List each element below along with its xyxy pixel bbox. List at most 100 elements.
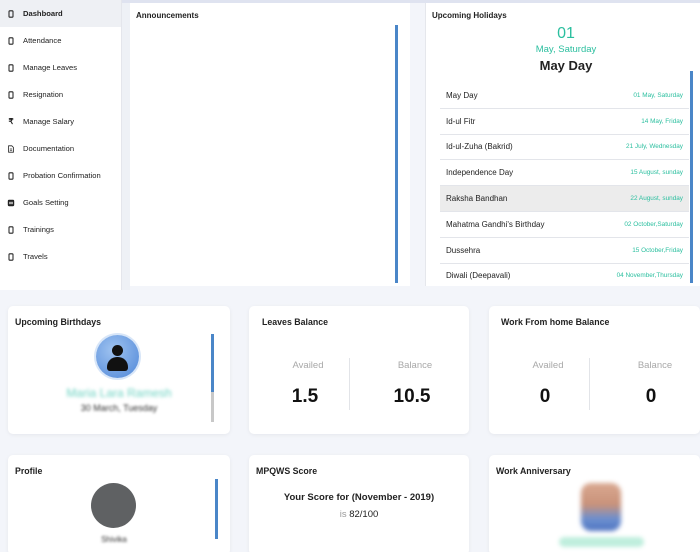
holiday-date: 01 May, Saturday — [633, 91, 683, 99]
anniversary-title: Work Anniversary — [496, 466, 571, 476]
sidebar-item-label: Trainings — [23, 225, 54, 234]
holiday-name: Independence Day — [446, 168, 514, 178]
profile-name: Shivika — [101, 535, 127, 544]
holiday-date: 02 October,Saturday — [624, 220, 683, 228]
divider — [349, 358, 350, 410]
sidebar-item-probation-confirmation[interactable]: Probation Confirmation — [0, 162, 121, 189]
holiday-name: Dussehra — [446, 245, 481, 255]
sidebar-item-manage-leaves[interactable]: Manage Leaves — [0, 54, 121, 81]
holiday-list: May Day 01 May, Saturday Id-ul Fitr 14 May… — [440, 83, 689, 283]
holiday-date: 04 November,Thursday — [616, 272, 683, 280]
leaves-balance-value: 10.5 — [393, 386, 431, 407]
profile-scrollbar[interactable] — [215, 479, 218, 539]
document-icon — [6, 144, 16, 154]
leaves-balance-card: Leaves Balance Availed Balance 1.5 10.5 — [249, 306, 469, 434]
sidebar-item-label: Goals Setting — [23, 198, 69, 207]
holiday-name: Mahatma Gandhi's Birthday — [446, 219, 545, 229]
leaves-availed-value: 1.5 — [291, 386, 319, 407]
holiday-date: 22 August, sunday — [630, 195, 683, 203]
sidebar-item-resignation[interactable]: Resignation — [0, 81, 121, 108]
anniversary-card: Work Anniversary — [489, 455, 700, 552]
sidebar-item-dashboard[interactable]: Dashboard — [0, 0, 121, 27]
announcements-panel: Announcements — [130, 3, 410, 286]
holiday-row[interactable]: Id-ul Fitr 14 May, Friday — [440, 109, 689, 135]
sidebar-item-travels[interactable]: Travels — [0, 243, 121, 270]
sidebar-item-label: Attendance — [23, 36, 62, 45]
square-icon — [6, 171, 16, 181]
sidebar-item-label: Manage Leaves — [23, 63, 78, 72]
featured-holiday-day: May, Saturday — [535, 44, 597, 55]
sidebar-item-trainings[interactable]: Trainings — [0, 216, 121, 243]
profile-title: Profile — [15, 466, 43, 476]
leaves-availed-label: Availed — [292, 360, 324, 371]
announcements-scrollbar[interactable] — [395, 25, 398, 283]
holiday-name: Id-ul-Zuha (Bakrid) — [446, 142, 513, 152]
birthdays-scrollbar-track[interactable] — [211, 392, 214, 422]
square-icon — [6, 90, 16, 100]
divider — [589, 358, 590, 410]
holiday-name: Id-ul Fitr — [446, 116, 476, 126]
square-icon — [6, 225, 16, 235]
sidebar-item-goals-setting[interactable]: Goals Setting — [0, 189, 121, 216]
holidays-title: Upcoming Holidays — [432, 11, 507, 20]
score-is-label: is — [339, 509, 347, 520]
score-title: MPQWS Score — [256, 466, 318, 476]
sidebar: Dashboard Attendance Manage Leaves Resig… — [0, 0, 122, 290]
wfh-balance-value: 0 — [645, 386, 657, 407]
wfh-balance-label: Balance — [637, 360, 673, 371]
holiday-date: 15 October,Friday — [632, 246, 683, 254]
holiday-row[interactable]: Mahatma Gandhi's Birthday 02 October,Satu… — [440, 212, 689, 238]
score-value: 82/100 — [349, 509, 379, 520]
leaves-balance-label: Balance — [397, 360, 433, 371]
sidebar-item-label: Dashboard — [23, 9, 63, 18]
sidebar-item-label: Manage Salary — [23, 117, 75, 126]
birthdays-title: Upcoming Birthdays — [15, 317, 102, 327]
user-icon-body — [107, 357, 128, 371]
square-icon — [6, 63, 16, 73]
score-value-line: is 82/100 — [249, 509, 469, 520]
wfh-availed-label: Availed — [532, 360, 564, 371]
holiday-row[interactable]: May Day 01 May, Saturday — [440, 83, 689, 109]
holidays-scrollbar[interactable] — [690, 71, 693, 283]
score-period: Your Score for (November - 2019) — [283, 492, 435, 503]
birthday-date: 30 March, Tuesday — [80, 403, 158, 413]
profile-card: Profile Shivika — [8, 455, 230, 552]
avatar[interactable] — [91, 483, 136, 528]
holiday-row[interactable]: Diwali (Deepavali) 04 November,Thursday — [440, 264, 689, 283]
holiday-date: 14 May, Friday — [641, 117, 683, 125]
square-icon — [6, 252, 16, 262]
sidebar-item-attendance[interactable]: Attendance — [0, 27, 121, 54]
sidebar-item-manage-salary[interactable]: ₹ Manage Salary — [0, 108, 121, 135]
gutter — [122, 3, 130, 290]
score-card: MPQWS Score Your Score for (November - 2… — [249, 455, 469, 552]
user-icon-head — [112, 345, 123, 356]
holiday-row[interactable]: Id-ul-Zuha (Bakrid) 21 July, Wednesday — [440, 135, 689, 161]
birthdays-scrollbar[interactable] — [211, 334, 214, 392]
holiday-name: Diwali (Deepavali) — [446, 271, 511, 281]
featured-holiday-name: May Day — [539, 58, 593, 73]
holiday-name: May Day — [446, 90, 478, 100]
holiday-date: 21 July, Wednesday — [626, 143, 683, 151]
leaves-title: Leaves Balance — [262, 317, 329, 327]
goals-icon — [6, 198, 16, 208]
anniversary-name-blurred — [559, 537, 644, 547]
sidebar-item-label: Probation Confirmation — [23, 171, 101, 180]
anniversary-photo — [581, 483, 621, 531]
holiday-row[interactable]: Dussehra 15 October,Friday — [440, 238, 689, 264]
birthday-person-name: Maria Lara Ramesh — [66, 386, 172, 400]
announcements-title: Announcements — [136, 11, 199, 20]
sidebar-item-documentation[interactable]: Documentation — [0, 135, 121, 162]
sidebar-item-label: Travels — [23, 252, 48, 261]
avatar — [96, 335, 139, 378]
holiday-row[interactable]: Independence Day 15 August, sunday — [440, 160, 689, 187]
featured-holiday-date: 01 — [557, 25, 575, 42]
sidebar-item-label: Resignation — [23, 90, 64, 99]
birthdays-card: Upcoming Birthdays Maria Lara Ramesh 30 … — [8, 306, 230, 434]
square-icon — [6, 9, 16, 19]
wfh-availed-value: 0 — [539, 386, 551, 407]
sidebar-item-label: Documentation — [23, 144, 75, 153]
holiday-row[interactable]: Raksha Bandhan 22 August, sunday — [440, 186, 689, 212]
wfh-title: Work From home Balance — [501, 317, 610, 327]
rupee-icon: ₹ — [8, 117, 14, 126]
square-icon — [6, 36, 16, 46]
